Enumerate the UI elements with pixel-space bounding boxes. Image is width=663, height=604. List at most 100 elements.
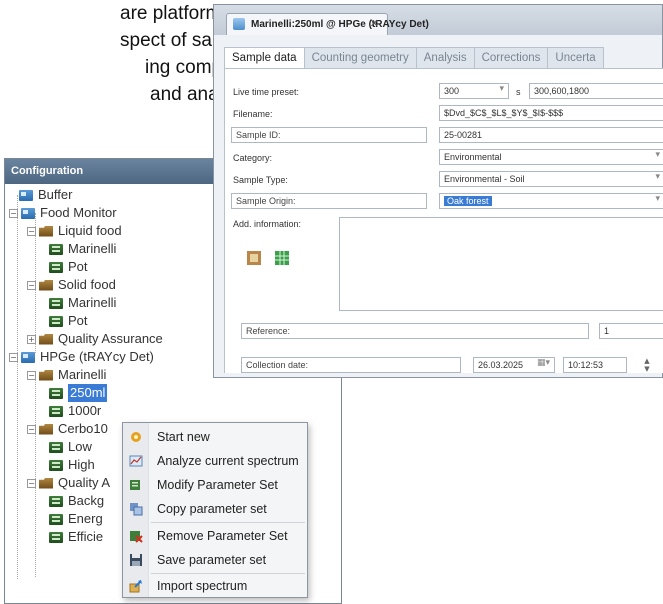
collapse-icon[interactable]: − (27, 424, 36, 434)
dataset-icon (21, 207, 35, 219)
collapse-icon[interactable]: − (27, 478, 36, 488)
tree-node-pot[interactable]: Pot (49, 258, 88, 276)
sample-origin-select[interactable]: Oak forest ▾ (439, 193, 663, 209)
tree-label: 1000r (68, 403, 102, 418)
modify-icon (130, 480, 140, 490)
parameter-set-icon (49, 387, 63, 399)
dropdown-icon: ▾ (655, 150, 660, 160)
collection-time-field[interactable]: 10:12:53 (563, 357, 627, 373)
live-time-label: Live time preset: (233, 87, 300, 97)
tree-node-low[interactable]: Low (49, 438, 92, 456)
tree-label: Food Monitor (40, 205, 117, 220)
add-info-textarea[interactable] (339, 217, 663, 311)
tab-corrections[interactable]: Corrections (474, 47, 549, 69)
remove-icon (130, 531, 143, 543)
live-time-presets-field[interactable]: 300,600,1800 (529, 83, 663, 99)
tree-label: Cerbo10 (58, 421, 108, 436)
tree-label: Marinelli (68, 241, 117, 256)
dropdown-icon: ▾ (655, 172, 660, 182)
live-time-select[interactable]: 300 ▾ (439, 83, 509, 99)
collapse-icon[interactable]: − (9, 352, 18, 362)
attachment-icon[interactable] (247, 251, 261, 265)
folder-icon (39, 423, 53, 435)
reference-label: Reference: (241, 323, 589, 339)
analyze-icon (129, 455, 143, 467)
tree-node-marinelli-folder[interactable]: − Marinelli (27, 366, 106, 384)
tree-node-1000ml[interactable]: 1000r (49, 402, 101, 420)
tree-label: Marinelli (58, 367, 107, 382)
tree-node-quality-assurance[interactable]: + Quality Assurance (27, 330, 163, 348)
tree-label: Low (68, 439, 92, 454)
menu-item-label: Save parameter set (157, 553, 267, 567)
sample-id-field[interactable]: 25-00281 (439, 127, 663, 143)
sample-origin-label: Sample Origin: (231, 193, 427, 209)
menu-item-analyze[interactable]: Analyze current spectrum (123, 449, 307, 473)
dropdown-icon: ▾ (655, 194, 660, 204)
parameter-set-icon (49, 297, 63, 309)
category-select[interactable]: Environmental ▾ (439, 149, 663, 165)
dataset-icon (21, 351, 35, 363)
tab-uncertainties[interactable]: Uncerta (548, 47, 604, 69)
menu-item-save[interactable]: Save parameter set (123, 548, 307, 572)
sample-data-panel: Live time preset: 300 ▾ s 300,600,1800 Fi… (224, 68, 663, 373)
background-article-text: are platform for spect of sample ing com… (0, 0, 267, 108)
document-tab-title: Marinelli:250ml @ HPGe (tRAYcy Det) (251, 19, 429, 30)
tree-label: Marinelli (68, 295, 117, 310)
tree-node-solid-food[interactable]: − Solid food (27, 276, 116, 294)
article-line: ing complex, (145, 57, 252, 78)
tab-analysis[interactable]: Analysis (416, 47, 475, 69)
tree-node-buffer[interactable]: Buffer (19, 186, 72, 204)
parameter-set-icon (49, 405, 63, 417)
tab-counting-geometry[interactable]: Counting geometry (304, 47, 417, 69)
collapse-icon[interactable]: − (9, 208, 18, 218)
category-label: Category: (233, 153, 273, 163)
tree-node-quality-a[interactable]: − Quality A (27, 474, 110, 492)
dataset-icon (19, 189, 33, 201)
tree-label: Backg (68, 493, 105, 508)
tree-node-high[interactable]: High (49, 456, 95, 474)
tree-node-food-monitor[interactable]: − Food Monitor (9, 204, 117, 222)
collection-date-field[interactable]: 26.03.2025 ▦▾ (473, 357, 555, 373)
tab-sample-data[interactable]: Sample data (224, 47, 305, 69)
menu-item-modify[interactable]: Modify Parameter Set (123, 473, 307, 497)
parameter-set-icon (49, 315, 63, 327)
table-icon[interactable] (275, 251, 289, 265)
tree-label: Quality A (58, 475, 111, 490)
filename-field[interactable]: $Dvd_$C$_$L$_$Y$_$I$-$$$ (439, 105, 663, 121)
tree-label: Liquid food (58, 223, 122, 238)
tree-node-energy[interactable]: Energ (49, 510, 103, 528)
tree-node-250ml[interactable]: 250ml (49, 384, 108, 402)
tree-node-marinelli[interactable]: Marinelli (49, 240, 116, 258)
reference-field[interactable]: 1 (599, 323, 663, 339)
menu-item-start-new[interactable]: Start new (123, 425, 307, 449)
filename-label: Filename: (233, 109, 273, 119)
tree-node-hpge[interactable]: − HPGe (tRAYcy Det) (9, 348, 154, 366)
tree-node-pot[interactable]: Pot (49, 312, 88, 330)
tree-node-cerbo10[interactable]: − Cerbo10 (27, 420, 108, 438)
folder-icon (39, 369, 53, 381)
tree-node-marinelli[interactable]: Marinelli (49, 294, 116, 312)
parameter-set-icon (49, 495, 63, 507)
menu-item-copy[interactable]: Copy parameter set (123, 497, 307, 521)
collapse-icon[interactable]: − (27, 370, 36, 380)
folder-icon (39, 333, 53, 345)
menu-item-remove[interactable]: Remove Parameter Set (123, 524, 307, 548)
document-tab[interactable]: Marinelli:250ml @ HPGe (tRAYcy Det) ✕ (226, 13, 429, 35)
time-spinner-icon[interactable]: ▲ ▼ (643, 357, 651, 373)
save-icon (130, 554, 142, 566)
tree-node-liquid-food[interactable]: − Liquid food (27, 222, 122, 240)
add-info-label: Add. information: (233, 219, 302, 229)
parameter-set-icon (49, 441, 63, 453)
article-line: and analytical (150, 84, 267, 105)
menu-item-label: Remove Parameter Set (157, 529, 288, 543)
collapse-icon[interactable]: − (27, 280, 36, 290)
tree-label: Energ (68, 511, 103, 526)
collapse-icon[interactable]: − (27, 226, 36, 236)
parameter-set-icon (49, 531, 63, 543)
expand-icon[interactable]: + (27, 334, 36, 344)
sample-type-select[interactable]: Environmental - Soil ▾ (439, 171, 663, 187)
close-icon[interactable]: ✕ (370, 17, 379, 30)
tree-node-efficiency[interactable]: Efficie (49, 528, 103, 546)
menu-item-import[interactable]: Import spectrum (123, 574, 307, 598)
tree-node-background[interactable]: Backg (49, 492, 104, 510)
